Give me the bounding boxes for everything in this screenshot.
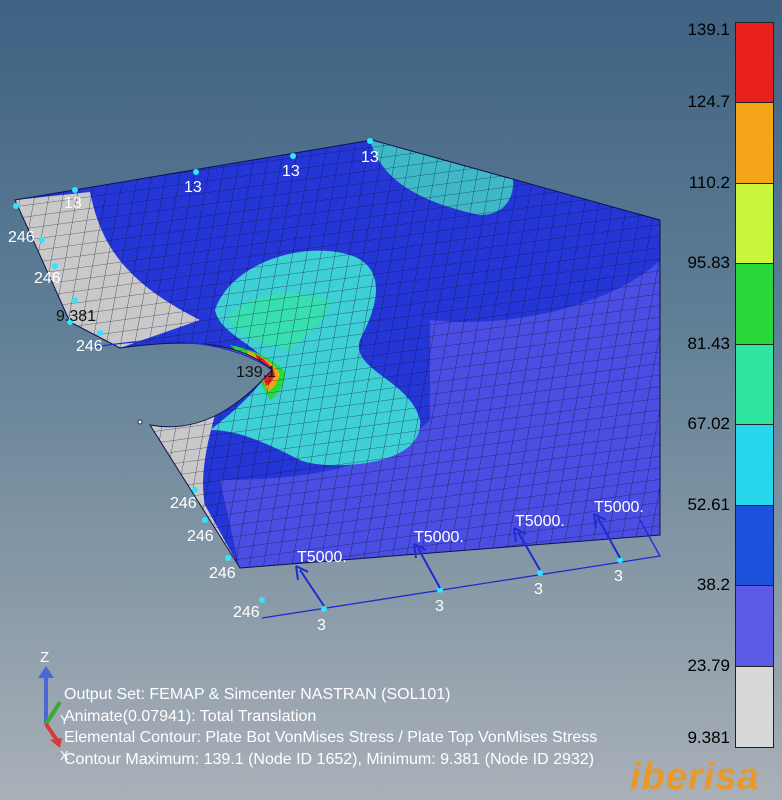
brand-logo: iberisa [630,756,760,798]
legend-value: 38.2 [696,575,730,595]
legend-swatch [736,103,773,184]
constraint-label: 13 [64,195,82,212]
legend-value: 95.83 [687,253,730,273]
load-label: T5000. [297,549,347,566]
legend-swatch [736,425,773,506]
load-label: T5000. [594,499,644,516]
constraint-label: 3 [317,617,326,634]
constraint-label: 246 [233,604,260,621]
info-contour-range: Contour Maximum: 139.1 (Node ID 1652), M… [64,750,595,768]
legend-colorbar [735,22,774,748]
constraint-label: 246 [34,270,61,287]
legend-swatch [736,666,773,747]
legend-value: 81.43 [687,333,730,353]
constraint-label: 246 [187,528,214,545]
legend-swatch [736,183,773,265]
z-axis-label: Z [40,649,49,666]
legend-value: 139.1 [687,20,730,39]
info-output-set: Output Set: FEMAP & Simcenter NASTRAN (S… [64,686,451,703]
legend-swatch [736,344,773,426]
y-axis-arrow [44,700,62,726]
load-label: T5000. [414,529,464,546]
legend-value: 110.2 [688,172,730,192]
constraint-label: 246 [209,565,236,582]
max-value-label: 139.1 [236,364,276,381]
constraint-label: 3 [534,581,543,598]
constraint-label: 13 [184,179,202,196]
legend-swatch [736,505,773,587]
legend-value: 23.79 [687,655,730,675]
legend-value: 9.381 [687,728,730,747]
legend-value: 67.02 [687,414,730,434]
info-contour-type: Elemental Contour: Plate Bot VonMises St… [64,729,598,746]
legend-swatch [736,23,773,104]
legend-swatch [736,586,773,667]
results-info: Output Set: FEMAP & Simcenter NASTRAN (S… [64,684,597,770]
constraint-label: 246 [76,338,103,355]
constraint-label: 246 [170,495,197,512]
legend-value: 52.61 [687,494,730,514]
constraint-label: 246 [8,229,35,246]
load-label: T5000. [515,513,565,530]
constraint-label: 13 [361,149,379,166]
constraint-label: 3 [614,568,623,585]
info-animate: Animate(0.07941): Total Translation [64,707,317,725]
min-value-label: 9.381 [56,308,96,325]
legend-value: 124.7 [687,92,730,112]
constraint-label: 13 [282,163,300,180]
legend-values: 139.1 124.7 110.2 95.83 81.43 67.02 52.61 38.2 2… [650,0,730,800]
legend-swatch [736,264,773,345]
constraint-label: 3 [435,598,444,615]
hole-center-marker [137,419,143,425]
